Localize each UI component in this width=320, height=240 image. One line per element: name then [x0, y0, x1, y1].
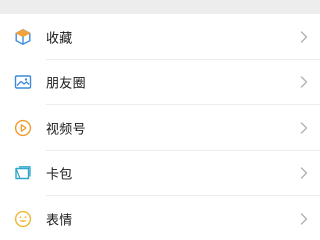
menu-item-moments[interactable]: 朋友圈: [0, 60, 320, 105]
card-wallet-icon: [14, 164, 32, 182]
chevron-right-icon: [300, 213, 308, 225]
menu-item-label: 朋友圈: [46, 76, 86, 92]
menu-item-favorites[interactable]: 收藏: [0, 14, 320, 60]
menu-item-label: 收藏: [46, 31, 73, 47]
moments-image-icon: [14, 73, 32, 91]
chevron-right-icon: [300, 122, 308, 134]
channels-play-icon: [14, 119, 32, 137]
menu-item-label: 表情: [46, 213, 73, 229]
menu-item-label: 卡包: [46, 167, 73, 183]
favorites-cube-icon: [14, 28, 32, 46]
sticker-smile-icon: [14, 210, 32, 228]
menu-item-stickers[interactable]: 表情: [0, 196, 320, 240]
me-screen: 收藏 朋友圈 视频号 卡包 表情: [0, 0, 320, 240]
menu-item-card-wallet[interactable]: 卡包: [0, 151, 320, 196]
chevron-right-icon: [300, 76, 308, 88]
chevron-right-icon: [300, 31, 308, 43]
menu-item-label: 视频号: [46, 122, 86, 138]
chevron-right-icon: [300, 167, 308, 179]
menu-item-channels[interactable]: 视频号: [0, 105, 320, 151]
menu-list: 收藏 朋友圈 视频号 卡包 表情: [0, 14, 320, 240]
